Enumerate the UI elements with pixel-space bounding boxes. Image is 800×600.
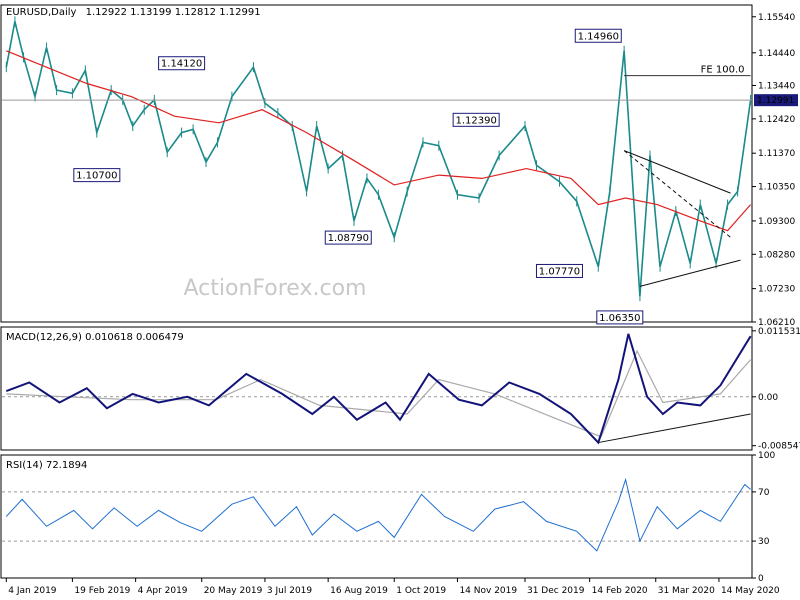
rsi-pane-frame — [0, 454, 753, 579]
price-y-tick-label: 1.12420 — [758, 115, 795, 125]
x-tick-label: 4 Jan 2019 — [8, 586, 56, 596]
fe-label: FE 100.0 — [701, 65, 745, 76]
x-tick-label: 3 Jul 2019 — [267, 586, 312, 596]
price-annotation-label: 1.10700 — [76, 171, 117, 182]
price-y-tick-label: 1.10350 — [758, 183, 795, 193]
x-tick-label: 4 Apr 2019 — [138, 586, 188, 596]
x-tick-label: 14 May 2020 — [721, 586, 780, 596]
x-tick-label: 14 Nov 2019 — [459, 586, 517, 596]
rsi-label: RSI(14) 72.1894 — [6, 460, 87, 471]
symbol-label: EURUSD,Daily — [6, 7, 77, 18]
moving-average-line — [6, 50, 752, 232]
x-tick-label: 16 Aug 2019 — [330, 586, 388, 596]
rsi-y-tick-label: 100 — [758, 451, 775, 461]
x-tick-label: 1 Oct 2019 — [396, 586, 446, 596]
x-tick-label: 20 May 2019 — [204, 586, 263, 596]
price-series — [5, 21, 752, 297]
price-pane-frame — [0, 4, 753, 323]
macd-y-tick-label: 0.011531 — [758, 327, 800, 337]
macd-line — [5, 333, 752, 445]
price-annotation-label: 1.07770 — [539, 266, 580, 277]
rsi-line — [5, 477, 751, 552]
price-y-tick-label: 1.15540 — [758, 13, 795, 23]
price-y-tick-label: 1.11370 — [758, 149, 795, 159]
price-annotation-label: 1.14120 — [161, 59, 202, 70]
macd-y-tick-label: 0.00 — [758, 393, 778, 403]
x-tick-label: 31 Dec 2019 — [527, 586, 585, 596]
triangle-dashed-line — [623, 150, 731, 238]
last-price-label: 1.12991 — [757, 96, 794, 106]
price-annotation-label: 1.14960 — [578, 31, 619, 42]
rsi-y-tick-label: 30 — [758, 537, 770, 547]
x-tick-label: 31 Mar 2020 — [658, 586, 715, 596]
ohlc-values: 1.12922 1.13199 1.12812 1.12991 — [86, 7, 261, 18]
price-header: EURUSD,Daily 1.12922 1.13199 1.12812 1.1… — [6, 7, 261, 18]
price-annotation-label: 1.06350 — [599, 313, 640, 324]
price-y-tick-label: 1.09300 — [758, 217, 795, 227]
macd-pane-frame — [0, 326, 753, 451]
price-y-tick-label: 1.07230 — [758, 285, 795, 295]
price-annotation-label: 1.08790 — [328, 233, 369, 244]
price-y-tick-label: 1.14440 — [758, 49, 795, 59]
chart-window: FE 100.0 1.10700 1.14120 1.08790 1.12390 1.14… — [0, 0, 800, 600]
rsi-y-tick-label: 70 — [758, 488, 770, 498]
price-annotation-label: 1.12390 — [455, 115, 496, 126]
price-y-tick-label: 1.13440 — [758, 81, 795, 91]
price-y-tick-label: 1.08280 — [758, 250, 795, 260]
x-tick-label: 19 Feb 2019 — [74, 586, 130, 596]
macd-support-line — [598, 413, 751, 444]
macd-label: MACD(12,26,9) 0.010618 0.006479 — [6, 332, 184, 343]
triangle-upper-line — [623, 150, 731, 194]
macd-signal-line — [6, 349, 752, 438]
watermark: ActionForex.com — [184, 276, 367, 301]
x-tick-label: 14 Feb 2020 — [592, 586, 648, 596]
forex-chart: FE 100.0 1.10700 1.14120 1.08790 1.12390 1.14… — [0, 4, 800, 596]
rsi-y-tick-label: 0 — [758, 574, 764, 584]
